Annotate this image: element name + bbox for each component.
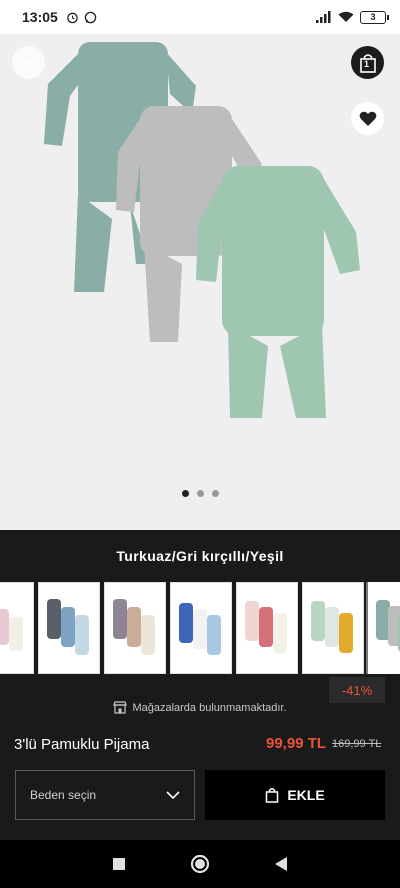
whatsapp-icon — [84, 11, 97, 23]
back-button[interactable] — [12, 46, 45, 79]
gallery-dot[interactable] — [181, 490, 189, 497]
pajama-green — [196, 166, 360, 418]
battery-level: 3 — [370, 12, 376, 22]
color-name: Turkuaz/Gri kırçıllı/Yeşil — [116, 548, 284, 564]
swatch-navy-blue[interactable] — [38, 582, 100, 674]
discount-badge: -41% — [329, 677, 385, 703]
alarm-icon — [67, 12, 78, 23]
color-swatches — [0, 582, 400, 674]
recent-apps-icon[interactable] — [112, 857, 126, 871]
system-nav-bar — [0, 840, 400, 888]
back-icon[interactable] — [274, 856, 288, 872]
favorite-button[interactable] — [351, 102, 384, 135]
size-select-label: Beden seçin — [30, 788, 97, 802]
bag-count: 1 — [364, 59, 370, 69]
status-bar: 13:05 3 — [0, 0, 400, 34]
swatch-blue-white[interactable] — [170, 582, 232, 674]
swatch-pink-red[interactable] — [236, 582, 298, 674]
product-title: 3'lü Pamuklu Pijama — [14, 736, 150, 753]
shopping-bag-icon — [266, 788, 279, 803]
gallery-dot[interactable] — [196, 490, 204, 497]
signal-icon — [316, 11, 331, 23]
price-old: 169,99 TL — [332, 738, 382, 750]
shopping-bag-button[interactable]: 1 — [351, 46, 384, 79]
gallery-indicator — [0, 490, 400, 497]
back-arrow-icon — [20, 55, 36, 70]
wifi-icon — [338, 11, 354, 22]
store-note-text: Mağazalarda bulunmamaktadır. — [132, 701, 287, 714]
battery-icon: 3 — [360, 10, 389, 24]
swatch-pink-white[interactable] — [0, 582, 34, 674]
swatch-green-yellow[interactable] — [302, 582, 364, 674]
gallery-dot[interactable] — [211, 490, 219, 497]
heart-icon — [359, 111, 376, 126]
swatch-turquoise-grey-green[interactable] — [366, 582, 400, 674]
status-time: 13:05 — [22, 9, 58, 25]
chevron-down-icon — [166, 790, 180, 799]
store-icon — [113, 701, 128, 714]
product-image[interactable]: 1 — [0, 34, 400, 530]
add-button-label: EKLE — [287, 787, 325, 803]
swatch-grey-beige[interactable] — [104, 582, 166, 674]
product-photo — [44, 42, 360, 418]
store-availability-note: Mağazalarda bulunmamaktadır. — [0, 701, 400, 714]
price-sale: 99,99 TL — [266, 735, 327, 752]
add-to-cart-button[interactable]: EKLE — [205, 770, 385, 820]
home-icon[interactable] — [190, 854, 210, 874]
size-select[interactable]: Beden seçin — [15, 770, 195, 820]
